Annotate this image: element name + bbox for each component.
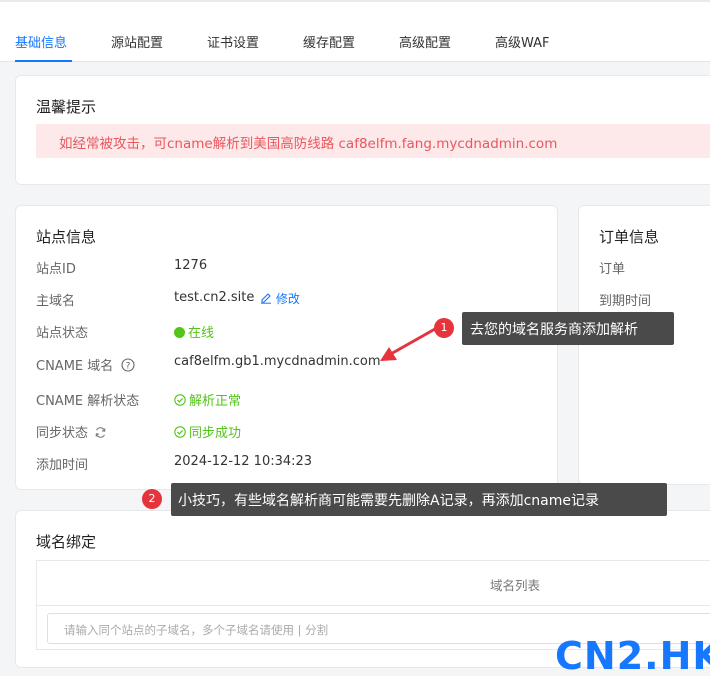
watermark-logo: CN2.HK xyxy=(555,634,710,676)
tab-advanced-config[interactable]: 高级配置 xyxy=(399,32,451,51)
domain-list-column-header: 域名列表 xyxy=(490,578,541,593)
online-dot-icon xyxy=(174,327,185,338)
cname-resolve-status-label: CNAME 解析状态 xyxy=(36,394,140,409)
site-id-label: 站点ID xyxy=(36,262,76,277)
active-tab-indicator xyxy=(15,60,72,62)
edit-domain-label: 修改 xyxy=(275,292,300,306)
cname-resolve-status-value: 解析正常 xyxy=(174,390,241,409)
site-id-value: 1276 xyxy=(174,258,208,273)
site-status-label: 站点状态 xyxy=(36,326,89,341)
callout-2: 小技巧，有些域名解析商可能需要先删除A记录，再添加cname记录 xyxy=(171,483,667,516)
callout-2-badge: 2 xyxy=(142,489,162,509)
callout-1-badge: 1 xyxy=(434,318,454,338)
tab-bar: 基础信息 源站配置 证书设置 缓存配置 高级配置 高级WAF xyxy=(0,2,710,62)
order-info-title: 订单信息 xyxy=(599,228,660,246)
added-time-value: 2024-12-12 10:34:23 xyxy=(174,454,313,469)
site-info-title: 站点信息 xyxy=(36,228,97,246)
refresh-icon[interactable] xyxy=(94,426,107,439)
edit-icon xyxy=(261,293,271,304)
main-domain-label: 主域名 xyxy=(36,294,76,309)
edit-domain-link[interactable]: 修改 xyxy=(260,290,300,307)
sync-status-label: 同步状态 xyxy=(36,426,89,441)
notice-title: 温馨提示 xyxy=(36,98,97,116)
cname-domain-value: caf8elfm.gb1.mycdnadmin.com xyxy=(174,354,381,369)
domain-binding-title: 域名绑定 xyxy=(36,533,97,551)
check-circle-icon xyxy=(174,394,186,406)
callout-1: 去您的域名服务商添加解析 xyxy=(462,312,674,345)
order-info-card: 订单信息 订单 到期时间 xyxy=(578,205,710,485)
expiry-time-label: 到期时间 xyxy=(599,294,652,309)
site-status-text: 在线 xyxy=(188,326,215,341)
cname-resolve-status-text: 解析正常 xyxy=(189,394,242,409)
sync-status-value: 同步成功 xyxy=(174,422,241,441)
callout-1-text: 去您的域名服务商添加解析 xyxy=(470,322,638,338)
notice-alert: 如经常被攻击，可cname解析到美国高防线路 caf8elfm.fang.myc… xyxy=(36,124,710,158)
sync-status-text: 同步成功 xyxy=(189,426,242,441)
notice-card: 温馨提示 如经常被攻击，可cname解析到美国高防线路 caf8elfm.fan… xyxy=(15,75,710,185)
cname-domain-label-wrap: CNAME 域名 ? xyxy=(36,355,135,374)
domain-table-header: 域名列表 xyxy=(37,561,710,606)
cname-domain-label: CNAME 域名 xyxy=(36,359,114,374)
site-status-value: 在线 xyxy=(174,322,214,341)
tab-certificate-settings[interactable]: 证书设置 xyxy=(207,32,259,51)
sync-status-label-wrap: 同步状态 xyxy=(36,422,107,441)
help-icon[interactable]: ? xyxy=(121,358,135,372)
subdomain-input-placeholder: 请输入同个站点的子域名，多个子域名请使用 | 分割 xyxy=(64,623,329,637)
tab-origin-config[interactable]: 源站配置 xyxy=(111,32,163,51)
main-domain-value: test.cn2.site xyxy=(174,290,255,305)
tab-advanced-waf[interactable]: 高级WAF xyxy=(495,32,550,51)
order-label: 订单 xyxy=(599,262,626,277)
svg-text:?: ? xyxy=(126,361,131,371)
notice-message: 如经常被攻击，可cname解析到美国高防线路 caf8elfm.fang.myc… xyxy=(59,136,558,152)
callout-2-text: 小技巧，有些域名解析商可能需要先删除A记录，再添加cname记录 xyxy=(178,493,599,509)
added-time-label: 添加时间 xyxy=(36,458,89,473)
tab-cache-config[interactable]: 缓存配置 xyxy=(303,32,355,51)
check-circle-icon xyxy=(174,426,186,438)
site-info-card: 站点信息 站点ID 1276 主域名 test.cn2.site 修改 站点状态… xyxy=(15,205,558,490)
tab-basic-info[interactable]: 基础信息 xyxy=(15,32,67,51)
